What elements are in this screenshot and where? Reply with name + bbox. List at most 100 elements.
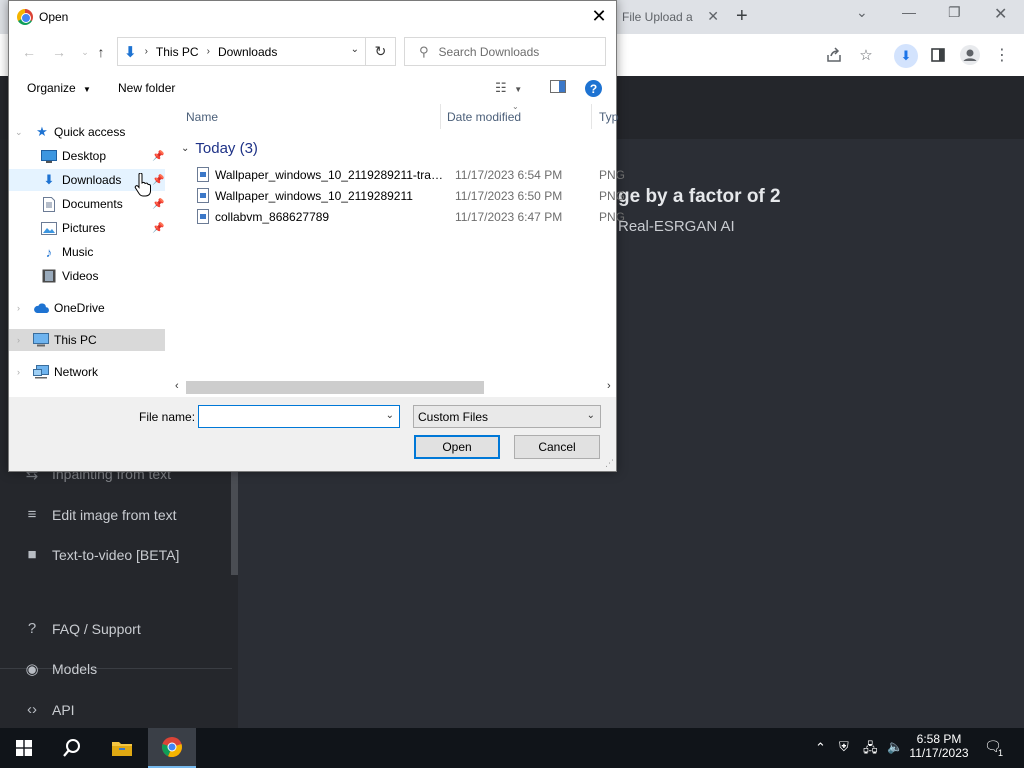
forward-arrow-icon[interactable]: → bbox=[49, 41, 69, 63]
network-status-icon[interactable]: 🖧 bbox=[863, 739, 878, 761]
restore-button[interactable]: ❐ bbox=[948, 4, 961, 21]
nav-item-this-pc[interactable]: › This PC bbox=[9, 329, 165, 351]
sidebar-item-models[interactable]: ◉ Models bbox=[20, 660, 97, 678]
resize-grip-icon[interactable]: ⋰ bbox=[605, 458, 614, 469]
browser-tab[interactable]: File Upload a ✕ bbox=[612, 0, 727, 34]
new-folder-button[interactable]: New folder bbox=[118, 81, 175, 95]
nav-item-videos[interactable]: Videos bbox=[9, 265, 165, 287]
page-heading: ge by a factor of 2 bbox=[618, 186, 781, 207]
file-type-select[interactable]: Custom Files ⌄ bbox=[413, 405, 601, 428]
video-icon: ■ bbox=[27, 546, 37, 563]
file-explorer-icon[interactable] bbox=[98, 728, 146, 768]
view-options-icon[interactable]: ☷ ▼ bbox=[495, 80, 522, 96]
file-name-combo[interactable]: ⌄ bbox=[198, 405, 400, 428]
refresh-icon[interactable]: ↻ bbox=[366, 37, 396, 66]
tab-close-icon[interactable]: ✕ bbox=[707, 8, 719, 25]
nav-label: Quick access bbox=[54, 125, 126, 139]
breadcrumb-downloads[interactable]: Downloads bbox=[218, 45, 277, 59]
search-icon[interactable] bbox=[48, 728, 96, 768]
pin-icon[interactable]: 📌 bbox=[152, 223, 164, 234]
nav-label: Videos bbox=[62, 269, 99, 283]
column-divider[interactable] bbox=[440, 104, 441, 129]
side-panel-icon[interactable] bbox=[927, 44, 949, 66]
search-box[interactable]: ⚲ bbox=[404, 37, 606, 66]
code-icon: ‹› bbox=[27, 701, 37, 718]
file-row[interactable]: Wallpaper_windows_10_2119289211-tran... … bbox=[189, 164, 629, 185]
clock[interactable]: 6:58 PM 11/17/2023 bbox=[906, 732, 972, 760]
share-icon[interactable] bbox=[823, 44, 845, 66]
clock-date: 11/17/2023 bbox=[909, 746, 969, 760]
pin-icon[interactable]: 📌 bbox=[152, 151, 164, 162]
file-row[interactable]: collabvm_868627789 11/17/2023 6:47 PM PN… bbox=[189, 206, 629, 227]
sidebar-item-text-to-video[interactable]: ■ Text-to-video [BETA] bbox=[20, 546, 179, 563]
column-header-date[interactable]: Date modified bbox=[447, 104, 587, 129]
expand-chevron-icon[interactable]: › bbox=[17, 335, 20, 345]
breadcrumb-separator-icon[interactable]: › bbox=[145, 46, 148, 57]
file-date: 11/17/2023 6:54 PM bbox=[455, 167, 563, 182]
download-icon[interactable]: ⬇ bbox=[894, 44, 918, 68]
address-bar[interactable]: ⬇ › This PC › Downloads ⌄ bbox=[117, 37, 366, 66]
search-input[interactable] bbox=[438, 44, 589, 59]
expand-chevron-icon[interactable]: › bbox=[17, 303, 20, 313]
back-arrow-icon[interactable]: ← bbox=[19, 41, 39, 63]
volume-icon[interactable]: 🔈 bbox=[887, 739, 903, 755]
pin-icon[interactable]: 📌 bbox=[152, 175, 164, 186]
address-dropdown-icon[interactable]: ⌄ bbox=[351, 44, 359, 55]
nav-item-desktop[interactable]: Desktop 📌 bbox=[9, 145, 165, 167]
security-icon[interactable]: ⛨ bbox=[839, 739, 849, 755]
nav-item-pictures[interactable]: Pictures 📌 bbox=[9, 217, 165, 239]
group-header-today[interactable]: ⌄ Today (3) bbox=[181, 140, 258, 157]
profile-icon[interactable] bbox=[959, 44, 981, 66]
help-icon[interactable]: ? bbox=[585, 80, 602, 97]
chrome-taskbar-icon[interactable] bbox=[148, 728, 196, 768]
nav-item-network[interactable]: › Network bbox=[9, 361, 165, 383]
pin-icon[interactable]: 📌 bbox=[152, 199, 164, 210]
dialog-close-icon[interactable]: ✕ bbox=[588, 5, 610, 27]
breadcrumb-separator-icon[interactable]: › bbox=[207, 46, 210, 57]
file-name-input[interactable] bbox=[199, 406, 379, 427]
file-date: 11/17/2023 6:50 PM bbox=[455, 188, 563, 203]
scrollbar-thumb[interactable] bbox=[186, 381, 484, 394]
sidebar-item-api[interactable]: ‹› API bbox=[20, 701, 75, 718]
tray-chevron-icon[interactable]: ⌃ bbox=[815, 740, 826, 756]
cancel-button[interactable]: Cancel bbox=[514, 435, 600, 459]
scroll-right-icon[interactable]: › bbox=[607, 380, 611, 392]
up-arrow-icon[interactable]: ↑ bbox=[91, 41, 111, 63]
nav-item-quick-access[interactable]: ⌄ ★ Quick access bbox=[9, 121, 165, 143]
expand-chevron-icon[interactable]: › bbox=[17, 367, 20, 377]
group-label: Today (3) bbox=[195, 140, 258, 157]
horizontal-scrollbar[interactable]: ‹ › bbox=[173, 379, 616, 396]
collapse-chevron-icon[interactable]: ⌄ bbox=[181, 143, 189, 154]
breadcrumb-this-pc[interactable]: This PC bbox=[156, 45, 199, 59]
sidebar-item-faq[interactable]: ? FAQ / Support bbox=[20, 620, 141, 637]
minimize-button[interactable]: — bbox=[902, 4, 916, 20]
column-header-type[interactable]: Type bbox=[599, 104, 619, 129]
tab-search-icon[interactable]: ⌄ bbox=[856, 4, 868, 21]
png-file-icon bbox=[197, 167, 209, 182]
dialog-title-bar[interactable]: Open ✕ bbox=[9, 1, 616, 33]
navigation-row: ← → ⌄ ↑ ⬇ › This PC › Downloads ⌄ ↻ ⚲ bbox=[9, 35, 616, 69]
preview-pane-icon[interactable] bbox=[550, 80, 566, 96]
models-icon: ◉ bbox=[25, 661, 39, 678]
chevron-down-icon[interactable]: ⌄ bbox=[386, 410, 394, 421]
file-list-pane: Name ⌄ Date modified Type ⌄ Today (3) Wa… bbox=[173, 102, 625, 397]
collapse-chevron-icon[interactable]: ⌄ bbox=[15, 127, 23, 138]
nav-item-music[interactable]: ♪ Music bbox=[9, 241, 165, 263]
start-button[interactable] bbox=[0, 728, 48, 768]
organize-button[interactable]: Organize ▼ bbox=[27, 81, 91, 95]
open-button[interactable]: Open bbox=[414, 435, 500, 459]
sidebar-item-edit-image[interactable]: ≡ Edit image from text bbox=[20, 506, 177, 523]
scroll-left-icon[interactable]: ‹ bbox=[175, 380, 179, 392]
menu-icon[interactable]: ⋮ bbox=[991, 44, 1013, 66]
star-icon[interactable]: ☆ bbox=[855, 44, 877, 66]
sidebar-item-label: Text-to-video [BETA] bbox=[52, 546, 180, 563]
file-row[interactable]: Wallpaper_windows_10_2119289211 11/17/20… bbox=[189, 185, 629, 206]
new-tab-button[interactable]: + bbox=[736, 5, 748, 28]
sidebar-item-label: Models bbox=[52, 661, 98, 677]
nav-label: This PC bbox=[54, 333, 97, 347]
nav-item-onedrive[interactable]: › OneDrive bbox=[9, 297, 165, 319]
column-divider[interactable] bbox=[591, 104, 592, 129]
column-header-name[interactable]: Name bbox=[186, 104, 436, 129]
nav-label: Desktop bbox=[62, 149, 107, 163]
window-close-button[interactable]: ✕ bbox=[994, 4, 1007, 24]
